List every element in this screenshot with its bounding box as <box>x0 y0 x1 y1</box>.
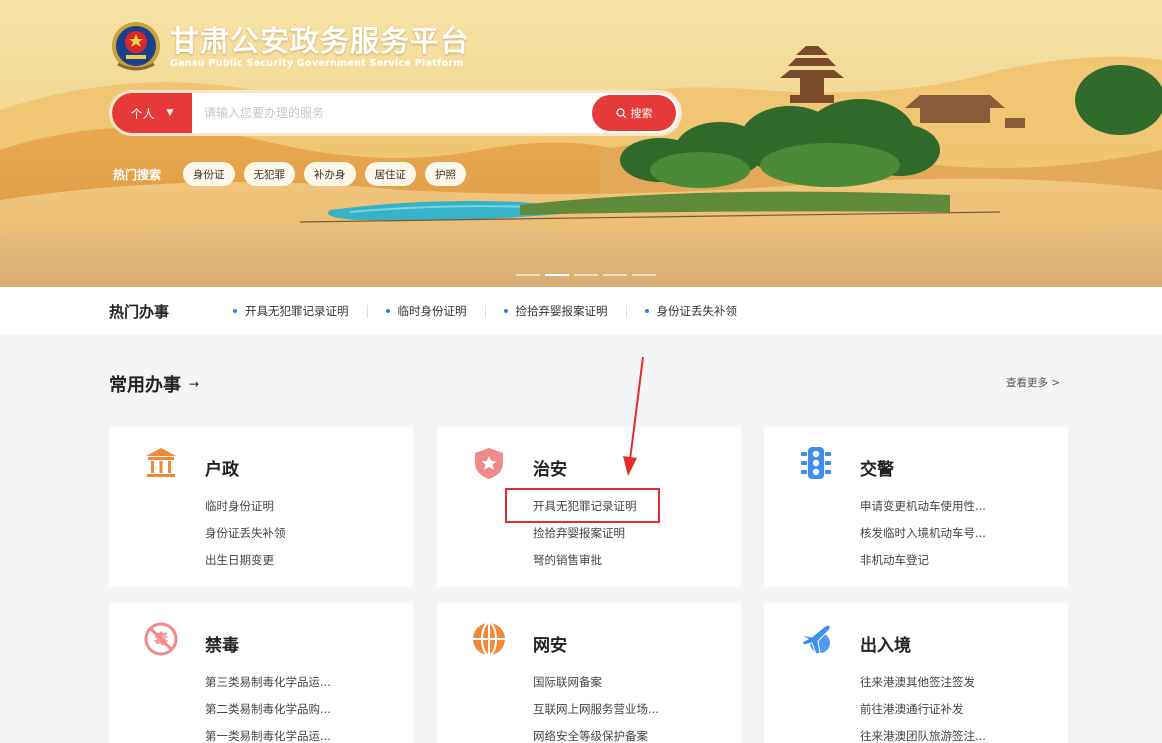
carousel-dot[interactable] <box>632 274 656 276</box>
service-link[interactable]: 往来港澳团队旅游签注... <box>860 727 986 743</box>
search-button-label: 搜索 <box>630 107 653 120</box>
service-link[interactable]: 网络安全等级保护备案 <box>533 727 659 743</box>
hot-affair-link[interactable]: 临时身份证明 <box>385 303 467 319</box>
bullet-icon <box>503 309 508 313</box>
service-link[interactable]: 核发临时入境机动车号... <box>860 524 986 551</box>
hot-search-label: 热门搜索 <box>113 167 162 182</box>
hot-affairs-bar: 热门办事 开具无犯罪记录证明 临时身份证明 捡拾弃婴报案证明 身份证丢失补领 <box>0 287 1162 335</box>
common-affairs-label: 常用办事 <box>109 375 181 396</box>
hot-search: 热门搜索 身份证 无犯罪 补办身 居住证 护照 <box>113 162 475 186</box>
service-link[interactable]: 身份证丢失补领 <box>205 524 286 551</box>
carousel-dot-active[interactable] <box>545 274 569 276</box>
caret-down-icon: ▼ <box>166 108 174 118</box>
search-type-dropdown[interactable]: 个人 ▼ <box>112 93 192 133</box>
divider <box>484 304 486 318</box>
service-link[interactable]: 国际联网备案 <box>533 673 659 700</box>
service-link[interactable]: 捡拾弃婴报案证明 <box>533 524 637 551</box>
service-link[interactable]: 弩的销售审批 <box>533 551 637 578</box>
carousel-dot[interactable] <box>574 274 598 276</box>
category-card-huzheng[interactable]: 户政 临时身份证明 身份证丢失补领 出生日期变更 <box>109 427 413 587</box>
common-affairs-title[interactable]: 常用办事 → <box>109 371 199 397</box>
card-title: 治安 <box>533 460 567 480</box>
site-title: 甘肃公安政务服务平台 <box>170 24 471 58</box>
divider <box>625 304 627 318</box>
service-link[interactable]: 申请变更机动车使用性... <box>860 497 986 524</box>
service-link[interactable]: 临时身份证明 <box>205 497 286 524</box>
service-link[interactable]: 非机动车登记 <box>860 551 986 578</box>
carousel-dot[interactable] <box>516 274 540 276</box>
category-card-wangan[interactable]: 网安 国际联网备案 互联网上网服务营业场... 网络安全等级保护备案 <box>437 603 741 743</box>
bullet-icon <box>233 309 237 313</box>
site-subtitle: Gansu Public Security Government Service… <box>170 58 464 69</box>
hot-search-chip[interactable]: 补办身 <box>304 162 356 186</box>
service-link[interactable]: 第一类易制毒化学品运... <box>205 727 331 743</box>
service-link[interactable]: 前往港澳通行证补发 <box>860 700 986 727</box>
search-icon <box>615 107 626 118</box>
hot-affair-label: 临时身份证明 <box>397 304 467 318</box>
bullet-icon <box>385 309 390 313</box>
view-more-link[interactable]: 查看更多 > <box>1006 375 1060 390</box>
divider <box>366 304 368 318</box>
card-title: 禁毒 <box>205 636 239 656</box>
globe-icon <box>473 622 505 656</box>
site-logo[interactable]: 甘肃公安政务服务平台 Gansu Public Security Governm… <box>110 20 470 72</box>
search-type-label: 个人 <box>130 106 155 121</box>
category-card-jiaojing[interactable]: 交警 申请变更机动车使用性... 核发临时入境机动车号... 非机动车登记 <box>764 427 1068 587</box>
annotation-highlight-box <box>505 488 660 523</box>
hot-search-chip[interactable]: 居住证 <box>364 162 417 186</box>
card-title: 交警 <box>860 460 894 480</box>
card-title: 出入境 <box>860 636 911 656</box>
service-link[interactable]: 第二类易制毒化学品购... <box>205 700 331 727</box>
hot-affair-link[interactable]: 开具无犯罪记录证明 <box>233 303 349 319</box>
carousel-indicators <box>516 274 661 276</box>
no-drugs-icon: 毒 <box>144 622 178 656</box>
service-link[interactable]: 第三类易制毒化学品运... <box>205 673 331 700</box>
hot-affair-label: 捡拾弃婴报案证明 <box>515 304 608 318</box>
hot-search-chip[interactable]: 无犯罪 <box>243 162 296 186</box>
hero-banner: 甘肃公安政务服务平台 Gansu Public Security Governm… <box>0 0 1162 287</box>
police-shield-icon <box>475 448 503 479</box>
category-card-churujing[interactable]: 出入境 往来港澳其他签注签发 前往港澳通行证补发 往来港澳团队旅游签注... <box>764 603 1068 743</box>
airplane-icon <box>799 624 831 655</box>
hot-affairs-title: 热门办事 <box>109 302 170 321</box>
bullet-icon <box>644 309 649 313</box>
hot-search-chip[interactable]: 身份证 <box>183 162 235 186</box>
search-button[interactable]: 搜索 <box>592 95 676 131</box>
service-link[interactable]: 出生日期变更 <box>205 551 286 578</box>
hot-search-chip[interactable]: 护照 <box>425 162 467 186</box>
traffic-light-icon <box>801 447 831 479</box>
arrow-right-icon: → <box>189 377 200 391</box>
service-link[interactable]: 往来港澳其他签注签发 <box>860 673 986 700</box>
hot-affair-link[interactable]: 身份证丢失补领 <box>644 303 738 319</box>
government-building-icon <box>146 448 176 477</box>
service-link[interactable]: 互联网上网服务营业场... <box>533 700 659 727</box>
category-card-jindu[interactable]: 毒 禁毒 第三类易制毒化学品运... 第二类易制毒化学品购... 第一类易制毒化… <box>109 603 413 743</box>
police-emblem-icon <box>112 22 160 71</box>
svg-text:毒: 毒 <box>154 631 168 648</box>
card-title: 网安 <box>533 636 567 656</box>
search-input[interactable] <box>192 106 592 120</box>
card-title: 户政 <box>205 460 239 480</box>
search-bar: 个人 ▼ 搜索 <box>109 90 682 136</box>
hot-affair-label: 开具无犯罪记录证明 <box>245 304 349 318</box>
hot-affair-link[interactable]: 捡拾弃婴报案证明 <box>503 303 608 319</box>
carousel-dot[interactable] <box>603 274 627 276</box>
hot-affair-label: 身份证丢失补领 <box>656 304 738 318</box>
